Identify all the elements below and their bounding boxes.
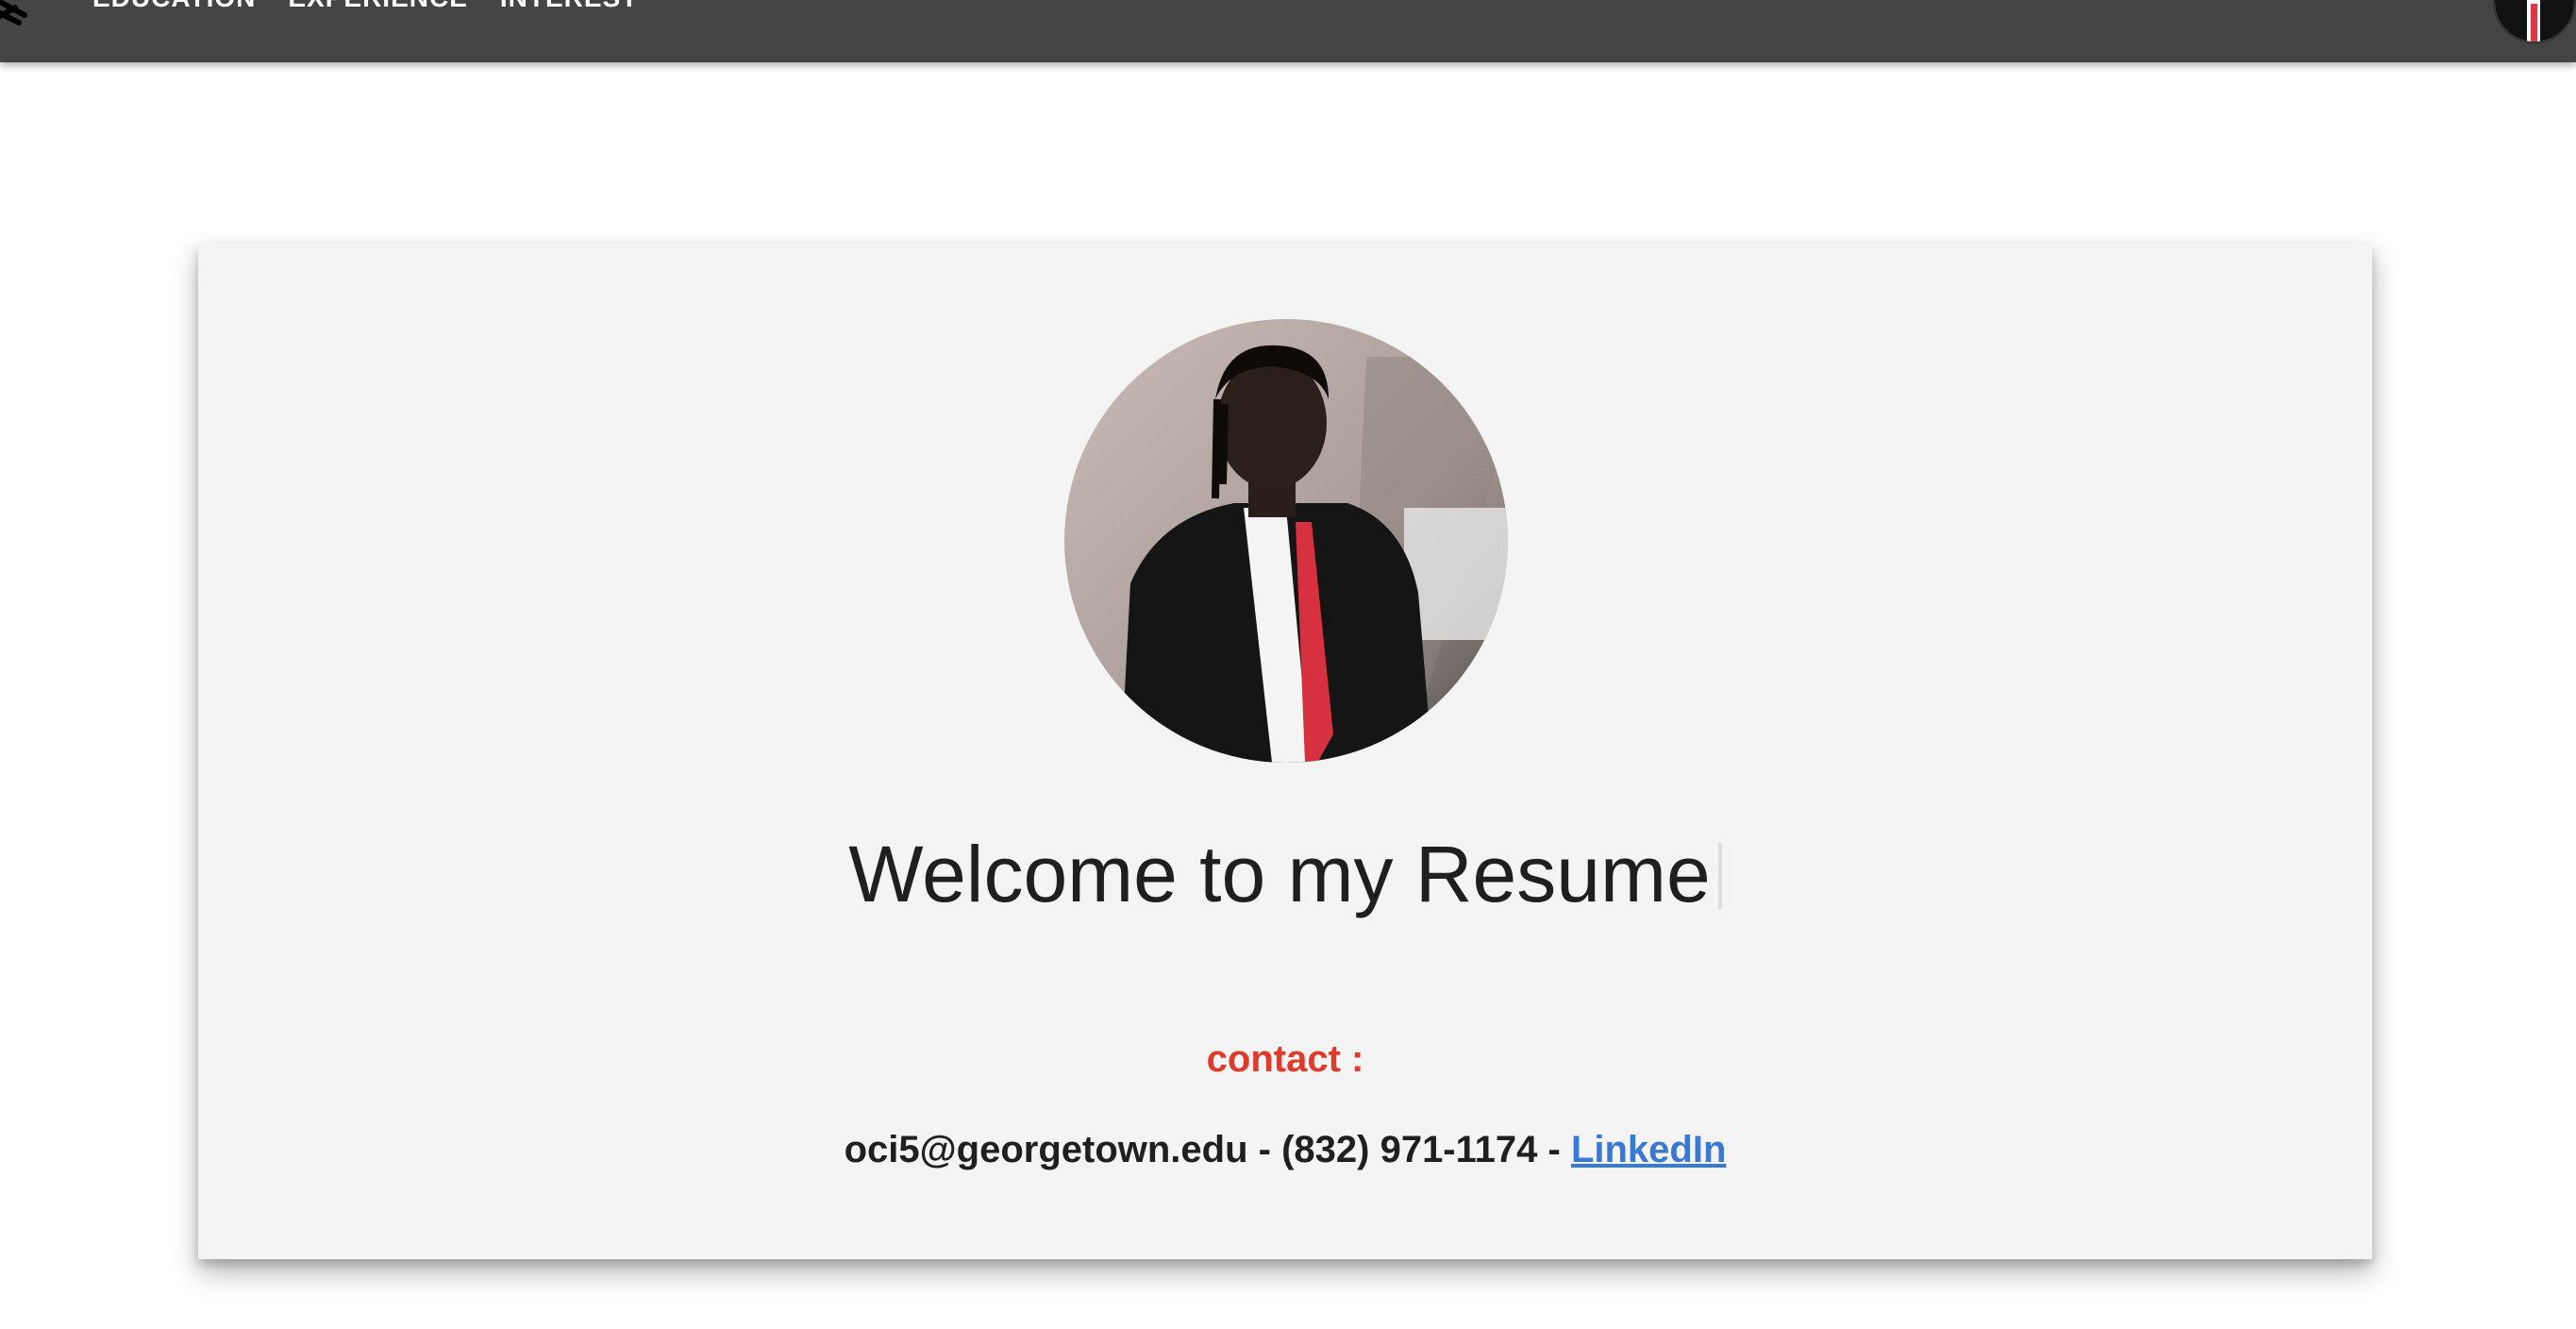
welcome-heading: Welcome to my Resume xyxy=(198,829,2372,920)
contact-separator: - xyxy=(1537,1129,1571,1170)
intro-card: Welcome to my Resume contact : oci5@geor… xyxy=(198,244,2372,1259)
contact-phone: (832) 971-1174 xyxy=(1281,1129,1538,1170)
nav-avatar[interactable] xyxy=(2493,0,2576,43)
contact-separator: - xyxy=(1247,1129,1282,1170)
nav-menu: EDUCATION EXPERIENCE INTEREST xyxy=(92,0,638,13)
nav-link-interest[interactable]: INTEREST xyxy=(500,0,638,13)
nav-link-experience[interactable]: EXPERIENCE xyxy=(288,0,468,13)
contact-email: oci5@georgetown.edu xyxy=(844,1129,1248,1170)
profile-photo xyxy=(1064,319,1508,763)
contact-label: contact : xyxy=(1206,1038,1364,1080)
brand-scribble-icon[interactable] xyxy=(0,0,53,28)
navbar: EDUCATION EXPERIENCE INTEREST xyxy=(0,0,2576,62)
nav-link-education[interactable]: EDUCATION xyxy=(92,0,256,13)
typing-cursor xyxy=(1717,843,1722,909)
linkedin-link[interactable]: LinkedIn xyxy=(1571,1129,1726,1170)
contact-details: oci5@georgetown.edu - (832) 971-1174 - L… xyxy=(198,1129,2372,1171)
